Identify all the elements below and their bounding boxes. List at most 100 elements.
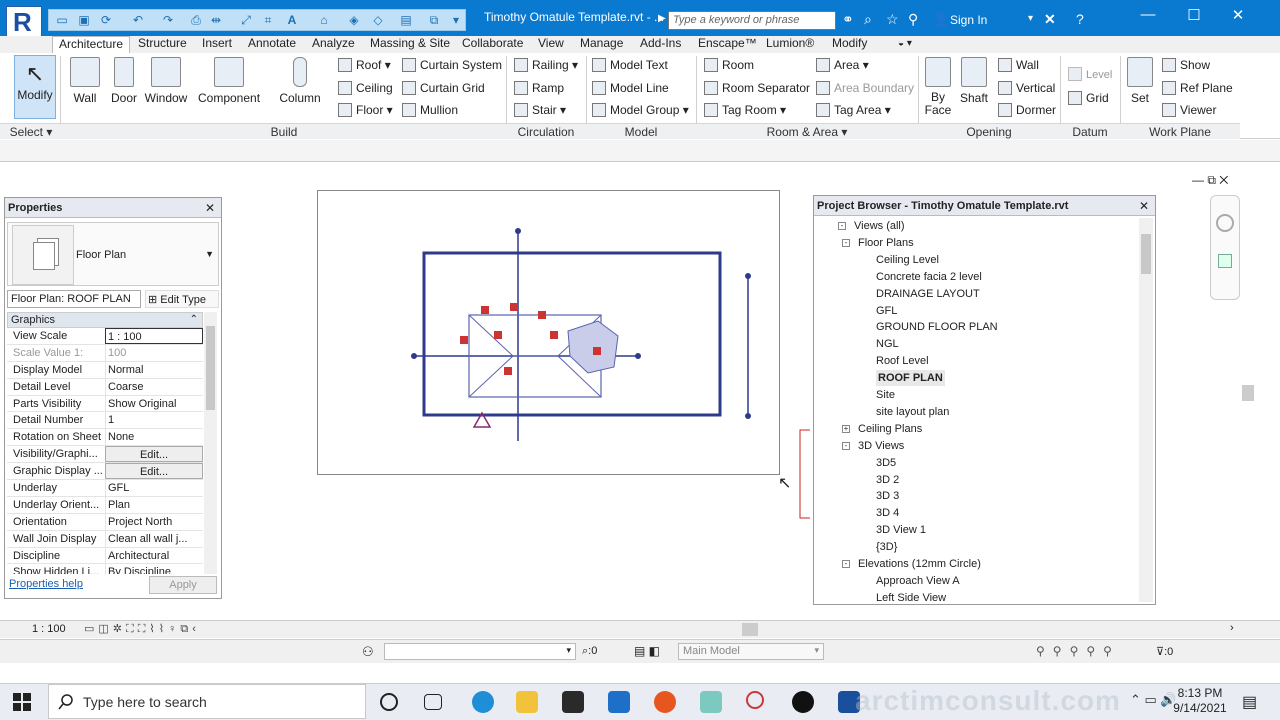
- property-value[interactable]: Clean all wall j...: [105, 530, 203, 547]
- steering-wheel-icon[interactable]: [1216, 214, 1234, 232]
- store-icon[interactable]: [562, 691, 584, 713]
- mullion-button[interactable]: Mullion: [402, 103, 458, 117]
- property-value[interactable]: 1: [105, 412, 203, 429]
- browser-view-item[interactable]: Ceiling Level: [876, 252, 939, 268]
- design-options-icon[interactable]: ▤ ◧: [634, 644, 660, 658]
- property-row[interactable]: Rotation on Sheet None: [7, 429, 203, 447]
- roof-button[interactable]: Roof ▾: [338, 58, 391, 72]
- dormer-button[interactable]: Dormer: [998, 103, 1056, 117]
- apply-button[interactable]: Apply: [149, 576, 217, 594]
- dimension-icon[interactable]: ⤢: [239, 13, 253, 27]
- file-explorer-icon[interactable]: [516, 691, 538, 713]
- tab-modify[interactable]: Modify: [826, 36, 873, 53]
- property-row[interactable]: Detail Number 1: [7, 412, 203, 430]
- browser-view-item[interactable]: 3D 4: [876, 505, 899, 521]
- clock[interactable]: 8:13 PM 9/14/2021: [1172, 686, 1228, 716]
- open-icon[interactable]: ▭: [55, 13, 69, 27]
- browser-view-item[interactable]: ROOF PLAN: [876, 370, 945, 387]
- project-browser-close-icon[interactable]: ✕: [1139, 199, 1149, 213]
- tag-icon[interactable]: ⌗: [261, 13, 275, 27]
- browser-view-item[interactable]: site layout plan: [876, 404, 949, 420]
- shaft-button[interactable]: Shaft: [958, 57, 990, 105]
- windows-start-icon[interactable]: [12, 692, 32, 712]
- property-value[interactable]: Plan: [105, 496, 203, 513]
- browser-scrollbar[interactable]: [1139, 218, 1153, 602]
- properties-scrollbar[interactable]: [204, 312, 217, 574]
- property-value[interactable]: None: [105, 429, 203, 446]
- browser-view-item[interactable]: 3D5: [876, 455, 896, 471]
- property-value[interactable]: GFL: [105, 480, 203, 497]
- user-icon[interactable]: 👤: [932, 12, 949, 26]
- browser-view-item[interactable]: Approach View A: [876, 573, 960, 589]
- tab-collaborate[interactable]: Collaborate: [456, 36, 529, 53]
- browser-view-item[interactable]: NGL: [876, 336, 899, 352]
- exchange-apps-icon[interactable]: ✕: [1044, 12, 1056, 26]
- edge-icon[interactable]: [472, 691, 494, 713]
- expand-arrow-icon[interactable]: ▶: [658, 12, 666, 26]
- binoculars-icon[interactable]: ⚭: [842, 12, 854, 26]
- 3d-view-icon[interactable]: ⌂: [317, 13, 331, 27]
- graphics-group-header[interactable]: Graphics ⌃: [7, 312, 203, 328]
- stair-button[interactable]: Stair ▾: [514, 103, 566, 117]
- window-button[interactable]: Window: [144, 57, 188, 105]
- modify-button[interactable]: ↖ Modify: [14, 55, 56, 119]
- save-icon[interactable]: ▣: [77, 13, 91, 27]
- browser-view-item[interactable]: Left Side View: [876, 590, 946, 602]
- type-selector[interactable]: Floor Plan ▼: [7, 222, 219, 286]
- filter-count[interactable]: ⊽:0: [1156, 645, 1173, 658]
- redo-icon[interactable]: ↷: [161, 13, 175, 27]
- switch-windows-icon[interactable]: ⧉: [427, 13, 441, 27]
- property-value[interactable]: Normal: [105, 361, 203, 378]
- sketchup-icon[interactable]: [700, 691, 722, 713]
- property-value[interactable]: 1 : 100: [105, 328, 203, 344]
- thin-lines-icon[interactable]: ◇: [371, 13, 385, 27]
- property-row[interactable]: Show Hidden Li... By Discipline: [7, 564, 203, 574]
- browser-category[interactable]: - Elevations (12mm Circle): [842, 556, 981, 572]
- panel-select[interactable]: Select ▾: [0, 123, 62, 139]
- view-crop-region[interactable]: [317, 190, 780, 475]
- railing-button[interactable]: Railing ▾: [514, 58, 578, 72]
- property-row[interactable]: View Scale 1 : 100: [7, 328, 203, 345]
- vertical-opening-button[interactable]: Vertical: [998, 81, 1055, 95]
- tray-icons[interactable]: ⌃ ▭ 🔊: [1130, 692, 1177, 708]
- grid-button[interactable]: Grid: [1068, 91, 1109, 105]
- collapse-icon[interactable]: -: [842, 441, 850, 450]
- component-button[interactable]: Component: [198, 57, 260, 105]
- properties-close-icon[interactable]: ✕: [205, 201, 215, 215]
- notifications-icon[interactable]: ▤: [1242, 692, 1257, 712]
- expand-icon[interactable]: +: [842, 424, 850, 433]
- show-work-plane-button[interactable]: Show: [1162, 58, 1210, 72]
- design-option-selector[interactable]: Main Model ▾: [678, 643, 824, 660]
- floor-button[interactable]: Floor ▾: [338, 103, 393, 117]
- print-icon[interactable]: ⎙: [189, 13, 203, 27]
- view-control-icons[interactable]: ▭◫✲⛶⛶⌇⌇♀⧉‹: [84, 622, 200, 636]
- browser-category[interactable]: - Floor Plans: [842, 235, 914, 251]
- help-icon[interactable]: ?: [1076, 12, 1084, 26]
- tab-view[interactable]: View: [532, 36, 570, 53]
- measure-icon[interactable]: ⇹: [209, 13, 223, 27]
- property-value[interactable]: Project North: [105, 513, 203, 530]
- property-row[interactable]: Scale Value 1: 100: [7, 344, 203, 362]
- model-group-button[interactable]: Model Group ▾: [592, 103, 689, 117]
- browser-view-item[interactable]: GROUND FLOOR PLAN: [876, 319, 998, 335]
- ref-plane-button[interactable]: Ref Plane: [1162, 81, 1233, 95]
- subscription-icon[interactable]: ⚲: [908, 12, 918, 26]
- text-icon[interactable]: A: [285, 13, 299, 27]
- ramp-button[interactable]: Ramp: [514, 81, 564, 95]
- horizontal-scroll-thumb[interactable]: [742, 623, 758, 636]
- minimize-icon[interactable]: —: [1138, 6, 1158, 23]
- browser-category[interactable]: + Ceiling Plans: [842, 421, 922, 437]
- door-button[interactable]: Door: [108, 57, 140, 105]
- section-icon[interactable]: ◈: [347, 13, 361, 27]
- set-work-plane-button[interactable]: Set: [1124, 57, 1156, 105]
- tab-architecture[interactable]: Architecture: [52, 36, 131, 53]
- property-row[interactable]: Visibility/Graphi... Edit...: [7, 446, 203, 464]
- area-button[interactable]: Area ▾: [816, 58, 869, 72]
- tab-enscape[interactable]: Enscape™: [692, 36, 763, 53]
- property-value[interactable]: Architectural: [105, 547, 203, 564]
- property-row[interactable]: Detail Level Coarse: [7, 378, 203, 396]
- curtain-grid-button[interactable]: Curtain Grid: [402, 81, 485, 95]
- collapse-icon[interactable]: -: [842, 560, 850, 568]
- restore-view-icon[interactable]: — ⧉ ✕: [1192, 173, 1228, 188]
- obs-icon[interactable]: [792, 691, 814, 713]
